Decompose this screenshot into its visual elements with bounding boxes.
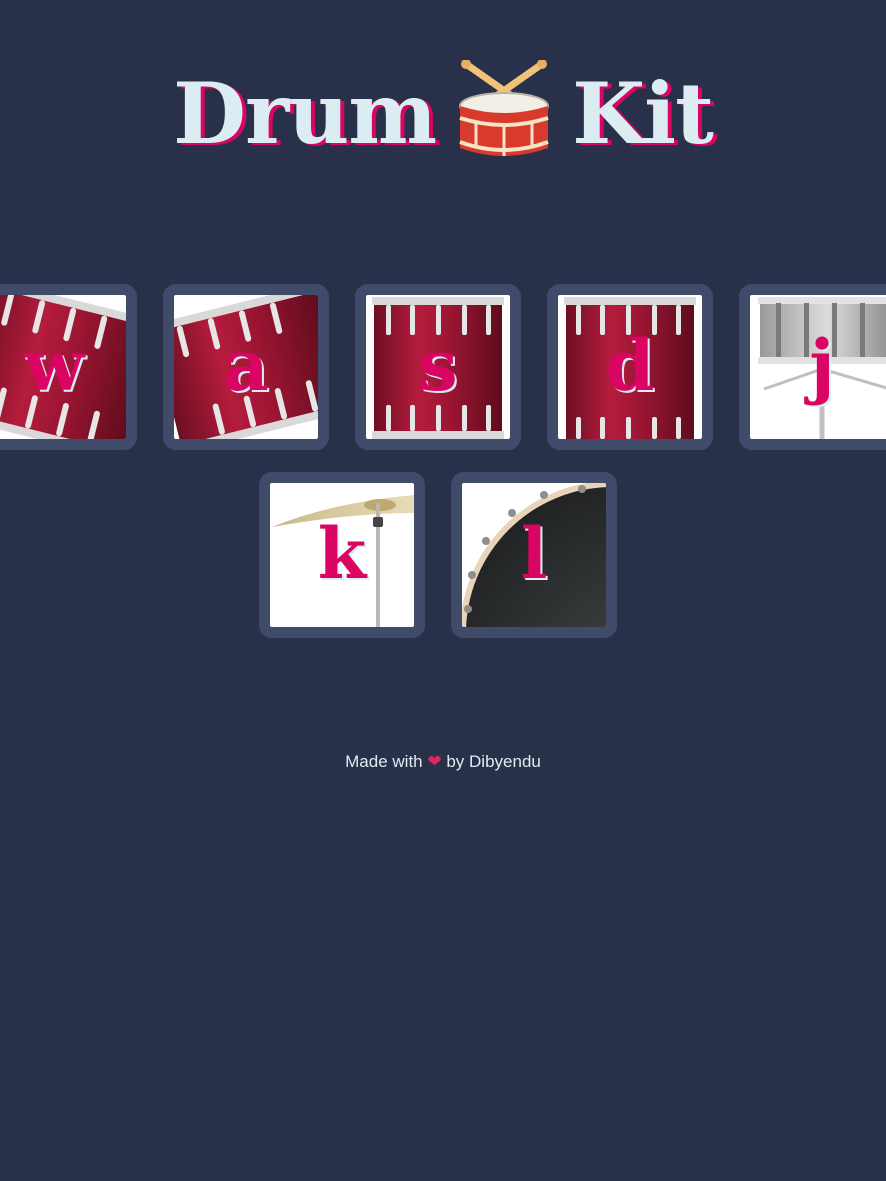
page-title: Drum Kit [0, 58, 886, 168]
title-kit-word: Kit [572, 63, 714, 163]
key-letter-k: k [317, 512, 367, 595]
drum-with-sticks-icon [459, 60, 550, 156]
key-letter-a: a [223, 324, 269, 407]
key-letter-w: w [23, 324, 85, 407]
footer-prefix: Made with [345, 752, 423, 771]
drum-key-k[interactable]: k [259, 472, 425, 638]
drum-key-j[interactable]: j [739, 284, 886, 450]
drum-key-w[interactable]: w [0, 284, 137, 450]
key-letter-s: s [418, 324, 458, 407]
key-letter-j: j [809, 324, 835, 407]
title-drum-word: Drum [173, 63, 437, 163]
key-letter-d: d [605, 324, 655, 407]
drum-key-d[interactable]: d [547, 284, 713, 450]
drum-key-l[interactable]: l [451, 472, 617, 638]
key-letter-l: l [520, 512, 548, 595]
footer-credit: Made with ❤ by Dibyendu [0, 752, 886, 772]
drum-key-a[interactable]: a [163, 284, 329, 450]
footer-author: by Dibyendu [446, 752, 541, 771]
heart-icon: ❤ [427, 752, 442, 771]
drum-key-s[interactable]: s [355, 284, 521, 450]
